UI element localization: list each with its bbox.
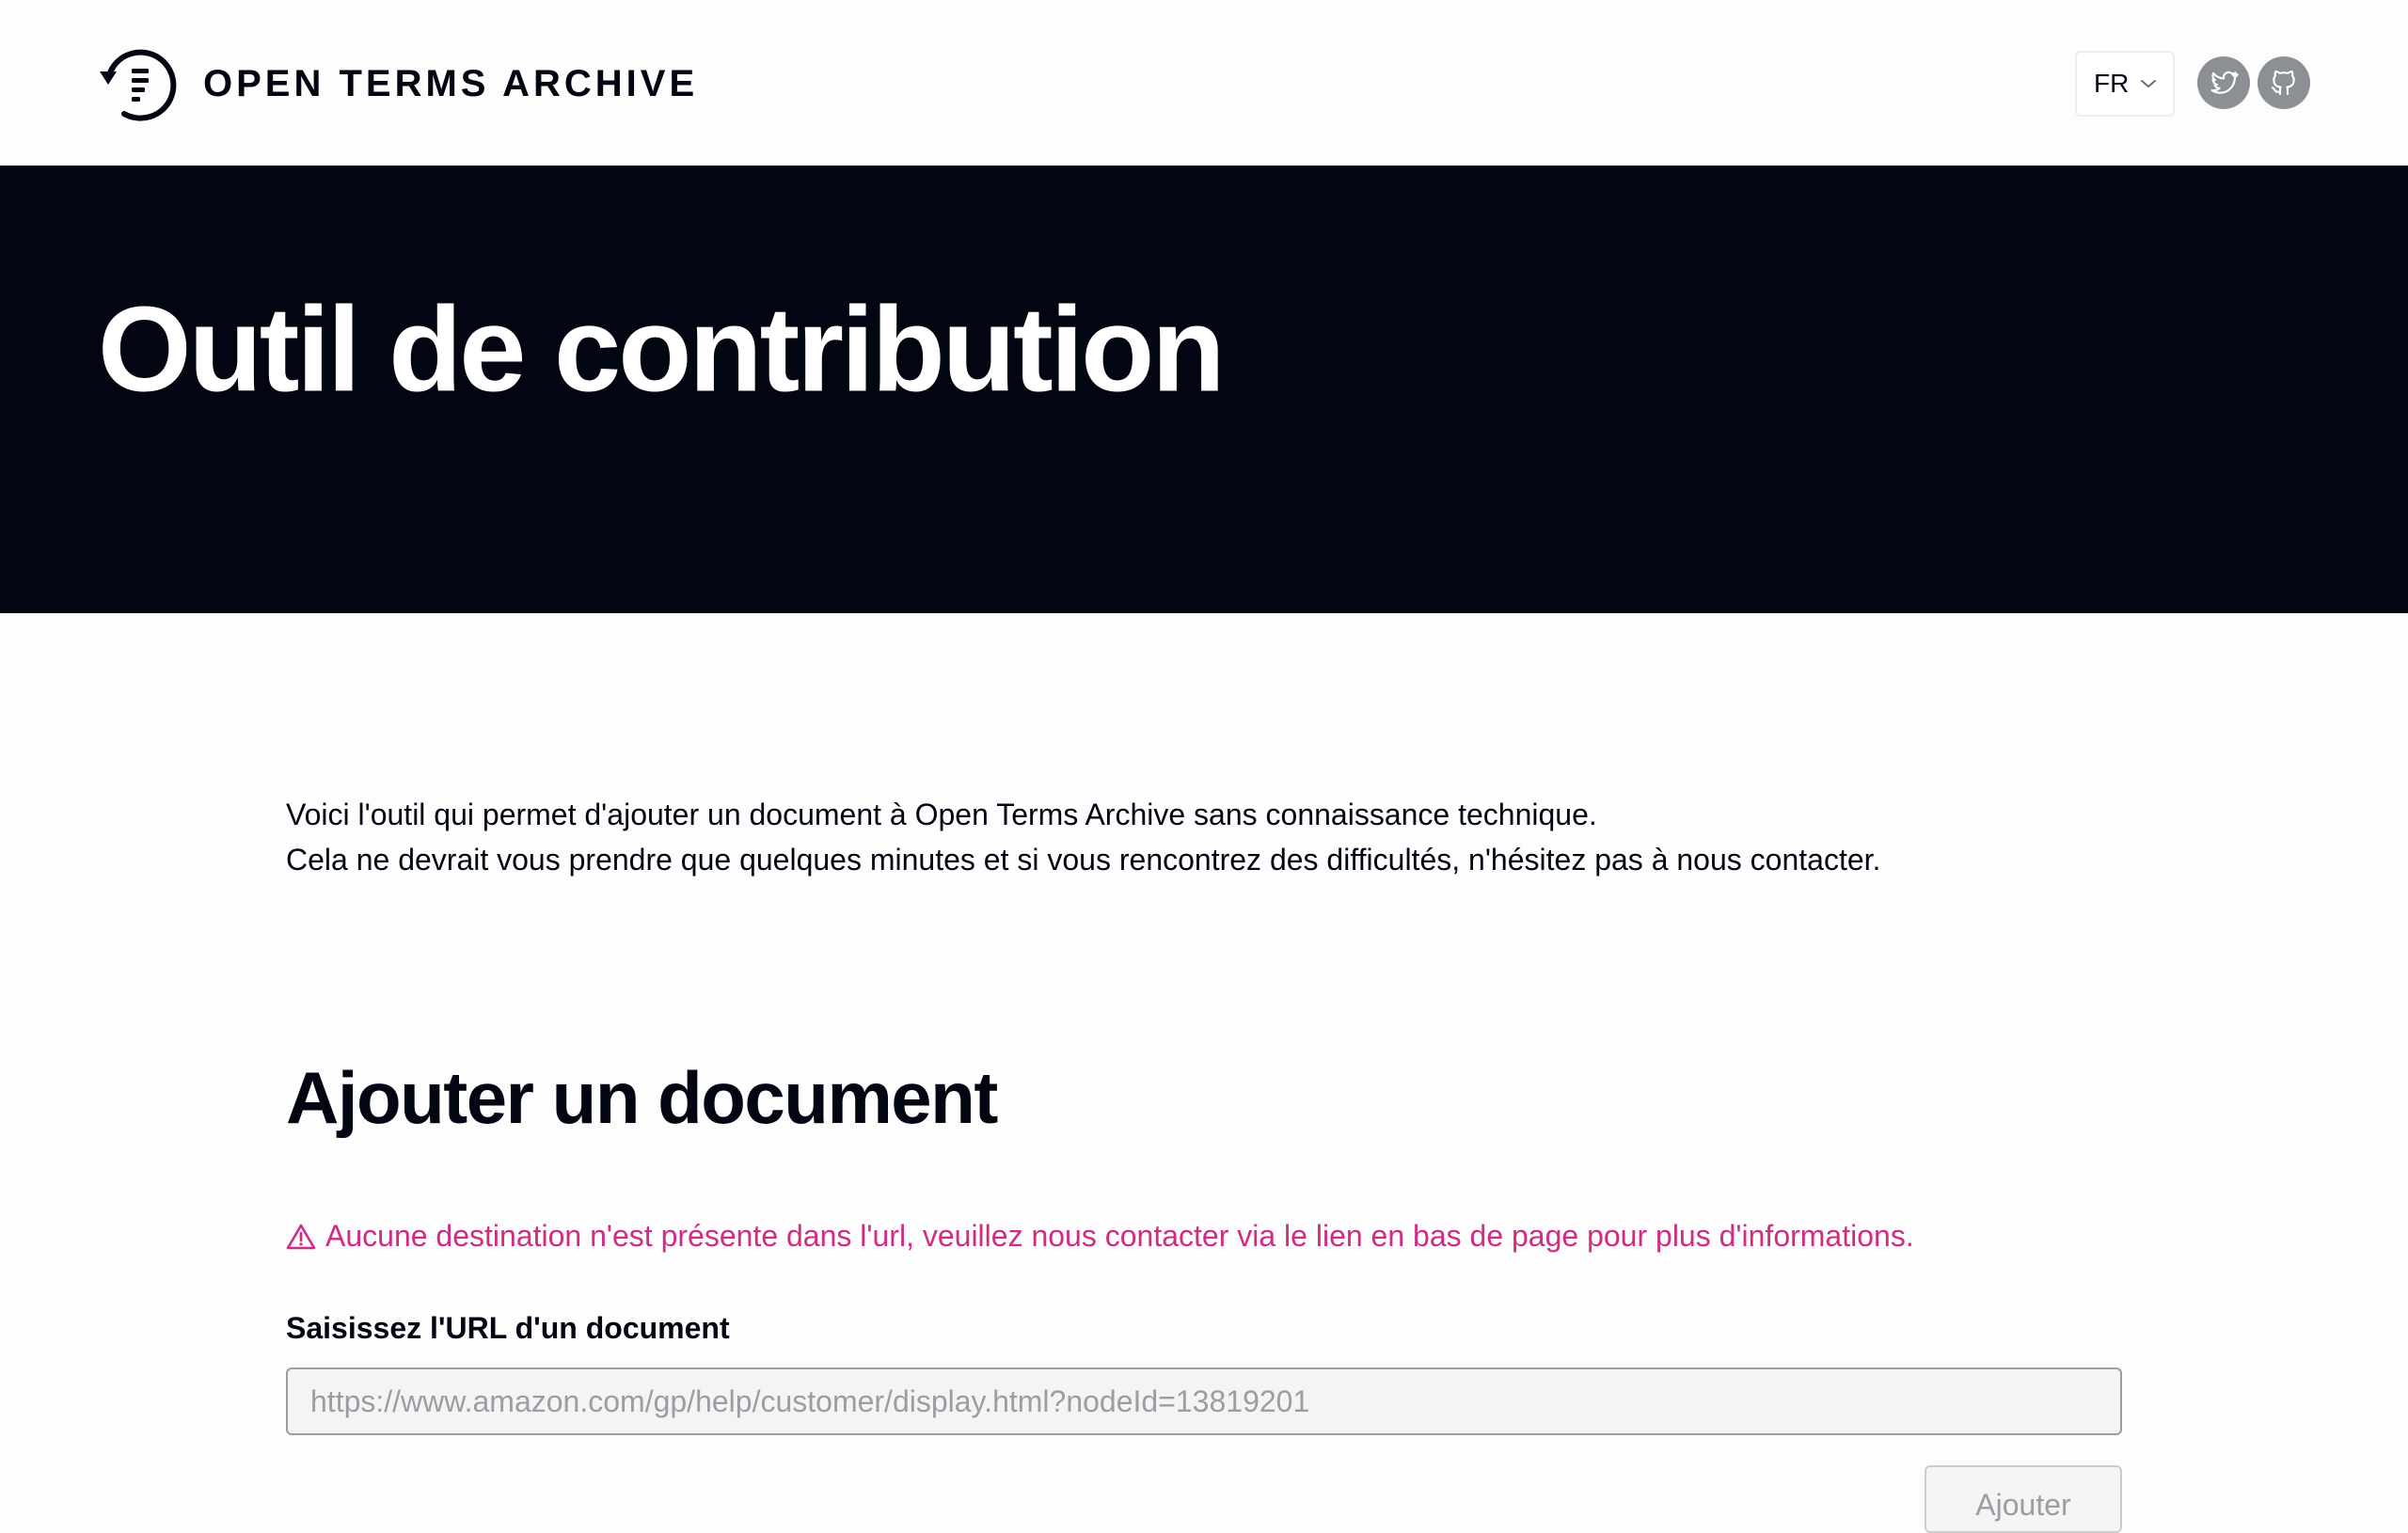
intro-line-1: Voici l'outil qui permet d'ajouter un do…	[286, 798, 1597, 831]
add-document-button[interactable]: Ajouter	[1925, 1465, 2122, 1533]
home-logo-link[interactable]: OPEN TERMS ARCHIVE	[98, 43, 698, 124]
url-field-label: Saisissez l'URL d'un document	[286, 1311, 730, 1345]
chevron-down-icon	[2141, 80, 2157, 87]
hero-banner: Outil de contribution	[0, 166, 2408, 613]
page-title: Outil de contribution	[98, 282, 1225, 418]
site-header: OPEN TERMS ARCHIVE FR	[0, 0, 2408, 166]
twitter-icon	[2210, 71, 2239, 94]
open-terms-archive-logo-icon	[100, 49, 177, 121]
error-alert-text: Aucune destination n'est présente dans l…	[325, 1219, 1914, 1253]
url-input[interactable]	[286, 1367, 2122, 1435]
github-link[interactable]	[2258, 56, 2310, 109]
intro-line-2: Cela ne devrait vous prendre que quelque…	[286, 843, 1881, 877]
twitter-link[interactable]	[2197, 56, 2250, 109]
language-selector[interactable]: FR	[2075, 51, 2175, 117]
github-icon	[2271, 71, 2295, 96]
brand-name: OPEN TERMS ARCHIVE	[203, 62, 699, 104]
warning-triangle-icon	[286, 1224, 316, 1249]
error-alert: Aucune destination n'est présente dans l…	[286, 1219, 1914, 1254]
language-selected-label: FR	[2094, 69, 2130, 98]
intro-text: Voici l'outil qui permet d'ajouter un do…	[286, 792, 1880, 882]
form-title: Ajouter un document	[286, 1056, 998, 1139]
